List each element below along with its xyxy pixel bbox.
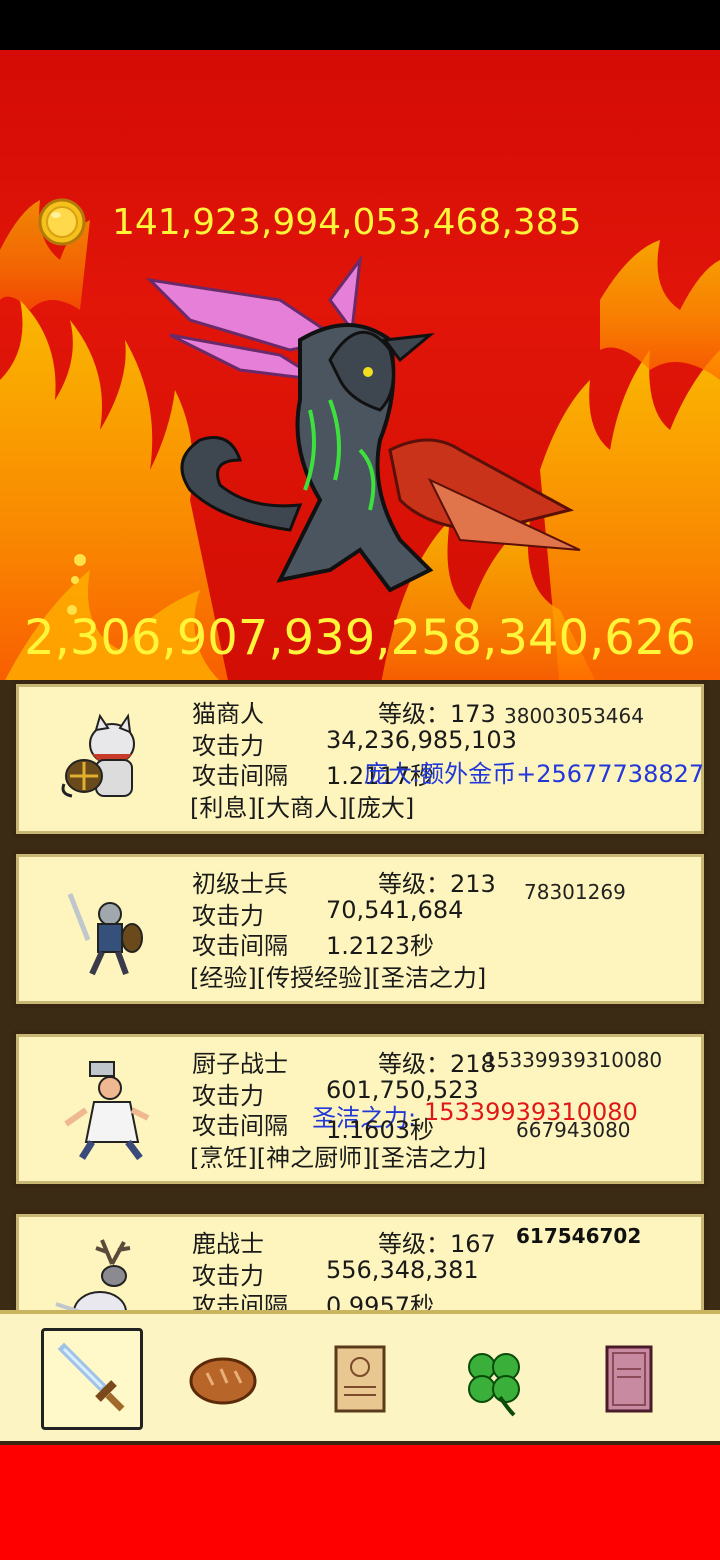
hero-name: 鹿战士 <box>192 1230 264 1258</box>
hero-name: 厨子战士 <box>192 1050 288 1078</box>
hero-card-cat-merchant[interactable]: 猫商人 等级：173 38003053464 攻击力 34,236,985,10… <box>12 680 708 838</box>
interval-label: 攻击间隔 <box>192 1112 288 1140</box>
hero-tags: [烹饪][神之厨师][圣洁之力] <box>190 1144 487 1172</box>
hero-card-deer-warrior[interactable]: 鹿战士 等级：167 攻击力 556,348,381 攻击间隔 0.9957秒 … <box>12 1210 708 1310</box>
interval-value: 1.2123秒 <box>326 932 434 960</box>
clover-icon <box>468 1353 520 1417</box>
scroll-icon <box>334 1345 386 1413</box>
hero-name: 初级士兵 <box>192 870 288 898</box>
hero-level: 等级：218 <box>378 1050 496 1078</box>
nav-clover-button[interactable] <box>443 1328 545 1430</box>
bottom-background <box>0 1445 720 1560</box>
interval-label: 攻击间隔 <box>192 762 288 790</box>
interval-value: 0.9957秒 <box>326 1292 434 1310</box>
bonus-gold-popup: 庞大:额外金币+25677738827 <box>364 760 705 788</box>
monster-hp: 2,306,907,939,258,340,626 <box>24 610 696 666</box>
hero-level: 等级：213 <box>378 870 496 898</box>
attack-value: 556,348,381 <box>326 1256 479 1284</box>
nav-sword-button[interactable] <box>41 1328 143 1430</box>
cat-merchant-icon <box>61 713 135 798</box>
nav-bread-button[interactable] <box>172 1328 274 1430</box>
interval-label: 攻击间隔 <box>192 1292 288 1310</box>
hero-list[interactable]: 猫商人 等级：173 38003053464 攻击力 34,236,985,10… <box>0 680 720 1310</box>
hero-level: 等级：173 <box>378 700 496 728</box>
damage-popup: 617546702 <box>516 1224 642 1248</box>
hero-card-soldier[interactable]: 初级士兵 等级：213 78301269 攻击力 70,541,684 攻击间隔… <box>12 850 708 1008</box>
bread-icon <box>189 1357 257 1405</box>
gold-counter: 141,923,994,053,468,385 <box>38 197 582 247</box>
damage-popup: 38003053464 <box>504 704 644 728</box>
hero-level: 等级：167 <box>378 1230 496 1258</box>
interval-label: 攻击间隔 <box>192 932 288 960</box>
hero-name: 猫商人 <box>192 700 264 728</box>
chef-warrior-icon <box>64 1061 150 1161</box>
hero-card-chef-warrior[interactable]: 厨子战士 等级：218 15339939310080 攻击力 601,750,5… <box>12 1030 708 1188</box>
hero-tags: [利息][大商人][庞大] <box>190 794 415 822</box>
damage-popup: 667943080 <box>516 1118 631 1142</box>
winged-dragon-monster[interactable] <box>130 250 590 600</box>
status-bar <box>0 0 720 50</box>
damage-popup-stack: 617546702 <box>516 1224 642 1248</box>
damage-popup: 15339939310080 <box>484 1048 663 1072</box>
soldier-icon <box>67 893 143 976</box>
bottom-nav <box>0 1310 720 1445</box>
deer-warrior-icon <box>55 1239 131 1310</box>
sword-icon <box>57 1342 125 1412</box>
book-icon <box>605 1345 653 1413</box>
attack-value: 34,236,985,103 <box>326 726 517 754</box>
battle-area[interactable]: 141,923,994,053,468,385 2,306,907,939,25… <box>0 50 720 690</box>
gold-amount: 141,923,994,053,468,385 <box>112 201 582 243</box>
damage-popup: 78301269 <box>524 880 626 904</box>
gold-coin-icon <box>38 198 86 246</box>
nav-scroll-button[interactable] <box>309 1328 411 1430</box>
hero-tags: [经验][传授经验][圣洁之力] <box>190 964 487 992</box>
attack-value: 70,541,684 <box>326 896 464 924</box>
nav-book-button[interactable] <box>578 1328 680 1430</box>
